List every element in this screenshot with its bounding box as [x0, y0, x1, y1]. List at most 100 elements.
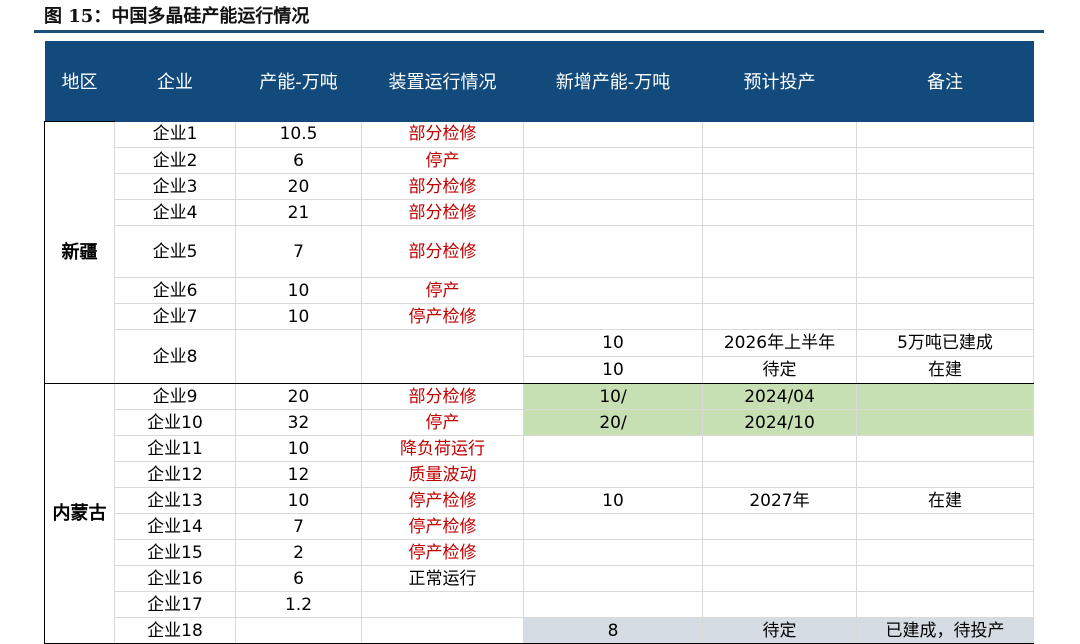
new-capacity-cell [523, 513, 703, 540]
company-cell: 企业6 [114, 277, 236, 304]
capacity-cell: 7 [235, 513, 362, 540]
company-cell: 企业17 [114, 591, 236, 618]
table-row: 企业2 6 停产 [45, 147, 1034, 174]
production-cell: 2024/10 [702, 409, 857, 436]
status-cell: 停产检修 [361, 539, 524, 566]
status-cell: 部分检修 [361, 173, 524, 200]
production-line: 待定 [703, 356, 856, 383]
capacity-cell: 10.5 [235, 121, 362, 148]
company-cell: 企业5 [114, 225, 236, 278]
capacity-cell: 10 [235, 277, 362, 304]
new-capacity-line: 10 [524, 356, 702, 383]
new-capacity-cell [523, 461, 703, 488]
production-line: 2026年上半年 [723, 333, 836, 353]
region-xinjiang: 新疆 [44, 121, 115, 384]
table-row: 内蒙古 企业9 20 部分检修 10/ 2024/04 [44, 383, 1034, 644]
new-capacity-cell [523, 121, 703, 148]
new-capacity-cell [523, 173, 703, 200]
note-cell [856, 303, 1034, 330]
region-neimenggu: 内蒙古 [44, 383, 115, 644]
table-row: 企业15 2 停产检修 [45, 539, 1034, 566]
company-cell: 企业13 [114, 487, 236, 514]
new-capacity-cell [523, 565, 703, 592]
production-cell: 2026年上半年 待定 [702, 329, 857, 384]
capacity-cell: 2 [235, 539, 362, 566]
production-cell: 2027年 [702, 487, 857, 514]
status-cell: 停产检修 [361, 487, 524, 514]
table-row: 企业8 10 10 2026年上半年 待定 5万吨已建成 在建 [45, 329, 1034, 384]
new-capacity-cell: 10 [523, 487, 703, 514]
capacity-cell: 20 [235, 173, 362, 200]
status-cell: 停产 [361, 409, 524, 436]
production-cell [702, 565, 857, 592]
company-cell: 企业16 [114, 565, 236, 592]
table-row: 企业14 7 停产检修 [45, 513, 1034, 540]
company-cell: 企业1 [114, 121, 236, 148]
capacity-cell: 7 [235, 225, 362, 278]
table-row: 企业3 20 部分检修 [45, 173, 1034, 200]
table-row: 企业16 6 正常运行 [45, 565, 1034, 592]
note-cell [856, 513, 1034, 540]
status-cell: 停产 [361, 277, 524, 304]
capacity-cell: 6 [235, 565, 362, 592]
company-cell: 企业11 [114, 435, 236, 462]
new-capacity-cell [523, 435, 703, 462]
note-cell [856, 277, 1034, 304]
company-cell: 企业15 [114, 539, 236, 566]
table-row: 企业13 10 停产检修 10 2027年 在建 [45, 487, 1034, 514]
status-cell: 部分检修 [361, 383, 524, 410]
note-cell [856, 383, 1034, 410]
note-line: 5万吨已建成 [897, 333, 993, 353]
new-capacity-line: 10 [602, 333, 624, 353]
capacity-cell: 10 [235, 487, 362, 514]
table-row: 企业17 1.2 [45, 591, 1034, 618]
note-cell [856, 147, 1034, 174]
header-note: 备注 [856, 41, 1034, 122]
table-row: 企业12 12 质量波动 [45, 461, 1034, 488]
company-cell: 企业10 [114, 409, 236, 436]
capacity-cell: 6 [235, 147, 362, 174]
production-cell [702, 147, 857, 174]
header-production: 预计投产 [702, 41, 857, 122]
status-cell: 部分检修 [361, 225, 524, 278]
status-cell [361, 329, 524, 384]
company-cell: 企业8 [114, 329, 236, 384]
table-header-row: 地区 企业 产能-万吨 装置运行情况 新增产能-万吨 预计投产 备注 [44, 41, 1034, 122]
production-cell [702, 121, 857, 148]
production-cell [702, 173, 857, 200]
note-cell: 5万吨已建成 在建 [856, 329, 1034, 384]
status-cell: 停产检修 [361, 513, 524, 540]
note-cell [856, 173, 1034, 200]
new-capacity-cell [523, 303, 703, 330]
company-cell: 企业14 [114, 513, 236, 540]
production-cell [702, 199, 857, 226]
note-cell [856, 591, 1034, 618]
note-line: 在建 [857, 356, 1033, 383]
status-cell: 正常运行 [361, 565, 524, 592]
figure-caption: 图 15：中国多晶硅产能运行情况 [44, 6, 310, 27]
caption-rule [34, 30, 1044, 33]
new-capacity-cell [523, 199, 703, 226]
table-row: 企业6 10 停产 [45, 277, 1034, 304]
status-cell: 部分检修 [361, 199, 524, 226]
new-capacity-cell [523, 147, 703, 174]
new-capacity-cell: 10/ [523, 383, 703, 410]
production-cell [702, 225, 857, 278]
production-cell [702, 461, 857, 488]
note-cell [856, 409, 1034, 436]
status-cell: 降负荷运行 [361, 435, 524, 462]
new-capacity-cell [523, 225, 703, 278]
header-company: 企业 [114, 41, 236, 122]
company-cell: 企业3 [114, 173, 236, 200]
note-cell [856, 199, 1034, 226]
production-cell [702, 513, 857, 540]
status-cell: 停产 [361, 147, 524, 174]
new-capacity-cell [523, 591, 703, 618]
company-cell: 企业12 [114, 461, 236, 488]
status-cell [361, 591, 524, 618]
capacity-cell [235, 329, 362, 384]
production-cell [702, 435, 857, 462]
polysilicon-capacity-table: 地区 企业 产能-万吨 装置运行情况 新增产能-万吨 预计投产 备注 新疆 企业… [44, 41, 1034, 644]
capacity-cell: 21 [235, 199, 362, 226]
production-cell [702, 303, 857, 330]
